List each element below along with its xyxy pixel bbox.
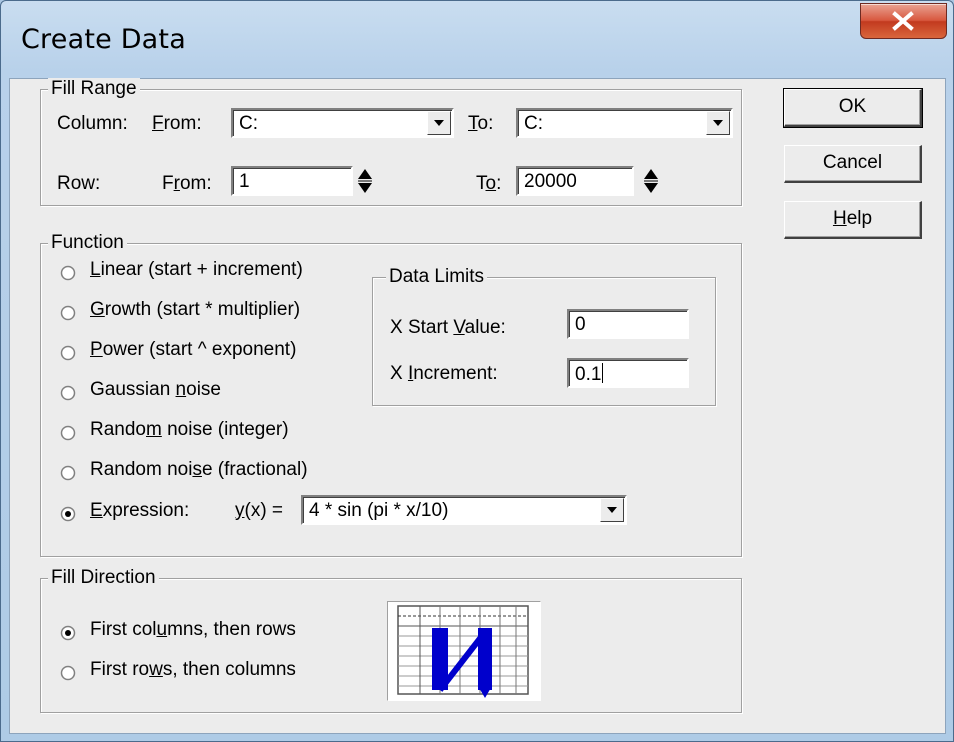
radio-gaussian-noise-label[interactable]: Gaussian noise — [90, 379, 221, 401]
window-title: Create Data — [21, 24, 186, 55]
radio-rows-then-columns-label[interactable]: First rows, then columns — [90, 659, 296, 681]
radio-selected-icon — [60, 625, 76, 641]
column-to-value: C: — [524, 113, 543, 134]
fill-range-label: Fill Range — [48, 78, 140, 100]
yx-label: y(x) = — [235, 500, 284, 521]
radio-icon — [60, 345, 76, 361]
radio-power-label[interactable]: Power (start ^ exponent) — [90, 339, 296, 361]
expression-value: 4 * sin (pi * x/10) — [309, 500, 449, 521]
ok-button[interactable]: OK — [783, 88, 923, 128]
chevron-down-icon — [713, 120, 723, 126]
cancel-button[interactable]: Cancel — [784, 145, 922, 183]
chevron-down-icon — [434, 120, 444, 126]
expression-dropdown-button[interactable] — [600, 498, 624, 522]
title-bar[interactable]: Create Data — [1, 1, 953, 77]
radio-linear-label[interactable]: Linear (start + increment) — [90, 259, 303, 281]
function-label: Function — [48, 232, 127, 254]
radio-random-fractional[interactable] — [60, 465, 76, 481]
spin-arrows-icon — [358, 169, 372, 193]
radio-random-fractional-label[interactable]: Random noise (fractional) — [90, 459, 308, 481]
spreadsheet-fill-icon — [397, 605, 529, 698]
radio-selected-icon — [60, 506, 76, 522]
radio-columns-then-rows-label[interactable]: First columns, then rows — [90, 619, 296, 641]
radio-icon — [60, 665, 76, 681]
radio-icon — [60, 425, 76, 441]
chevron-down-icon — [607, 507, 617, 513]
radio-expression[interactable] — [60, 506, 76, 522]
fill-direction-preview-image — [387, 601, 541, 701]
column-from-label: From: — [152, 113, 202, 134]
column-to-dropdown-button[interactable] — [706, 111, 730, 135]
help-button[interactable]: Help — [784, 201, 922, 239]
radio-linear[interactable] — [60, 265, 76, 281]
row-to-value: 20000 — [524, 171, 577, 192]
create-data-window: Create Data Fill Range Column: From: C: … — [0, 0, 954, 742]
radio-icon — [60, 265, 76, 281]
fill-range-group — [40, 89, 742, 206]
radio-expression-label[interactable]: Expression: — [90, 500, 189, 522]
radio-random-integer-label[interactable]: Random noise (integer) — [90, 419, 289, 441]
row-from-value: 1 — [239, 171, 250, 192]
radio-icon — [60, 465, 76, 481]
x-start-value-label: X Start Value: — [390, 317, 506, 338]
radio-growth-label[interactable]: Growth (start * multiplier) — [90, 299, 300, 321]
text-caret — [602, 363, 604, 383]
close-icon — [892, 11, 914, 31]
column-label: Column: — [57, 113, 128, 134]
data-limits-label: Data Limits — [386, 266, 488, 288]
radio-icon — [60, 305, 76, 321]
spin-arrows-icon — [644, 169, 658, 193]
column-to-label: To: — [468, 113, 494, 134]
radio-columns-then-rows[interactable] — [60, 625, 76, 641]
column-from-value: C: — [239, 113, 258, 134]
expression-combobox[interactable]: 4 * sin (pi * x/10) — [301, 495, 627, 525]
radio-random-integer[interactable] — [60, 425, 76, 441]
row-from-spinner[interactable] — [356, 167, 374, 195]
x-increment-value: 0.1 — [575, 363, 604, 385]
close-button[interactable] — [860, 3, 947, 39]
x-start-value: 0 — [575, 314, 586, 335]
column-to-combobox[interactable]: C: — [516, 108, 733, 138]
x-increment-label: X Increment: — [390, 363, 498, 384]
radio-icon — [60, 385, 76, 401]
radio-rows-then-columns[interactable] — [60, 665, 76, 681]
column-from-dropdown-button[interactable] — [427, 111, 451, 135]
row-to-label: To: — [476, 173, 502, 194]
row-from-input[interactable]: 1 — [231, 166, 353, 196]
dialog-body: Fill Range Column: From: C: To: C: Row: … — [9, 78, 946, 734]
row-to-input[interactable]: 20000 — [516, 166, 634, 196]
x-start-value-input[interactable]: 0 — [567, 309, 689, 339]
column-from-combobox[interactable]: C: — [231, 108, 454, 138]
radio-growth[interactable] — [60, 305, 76, 321]
row-to-spinner[interactable] — [642, 167, 660, 195]
row-from-label: From: — [162, 173, 212, 194]
row-label: Row: — [57, 173, 101, 194]
radio-gaussian-noise[interactable] — [60, 385, 76, 401]
radio-power[interactable] — [60, 345, 76, 361]
x-increment-input[interactable]: 0.1 — [567, 358, 689, 388]
fill-direction-label: Fill Direction — [48, 567, 159, 589]
